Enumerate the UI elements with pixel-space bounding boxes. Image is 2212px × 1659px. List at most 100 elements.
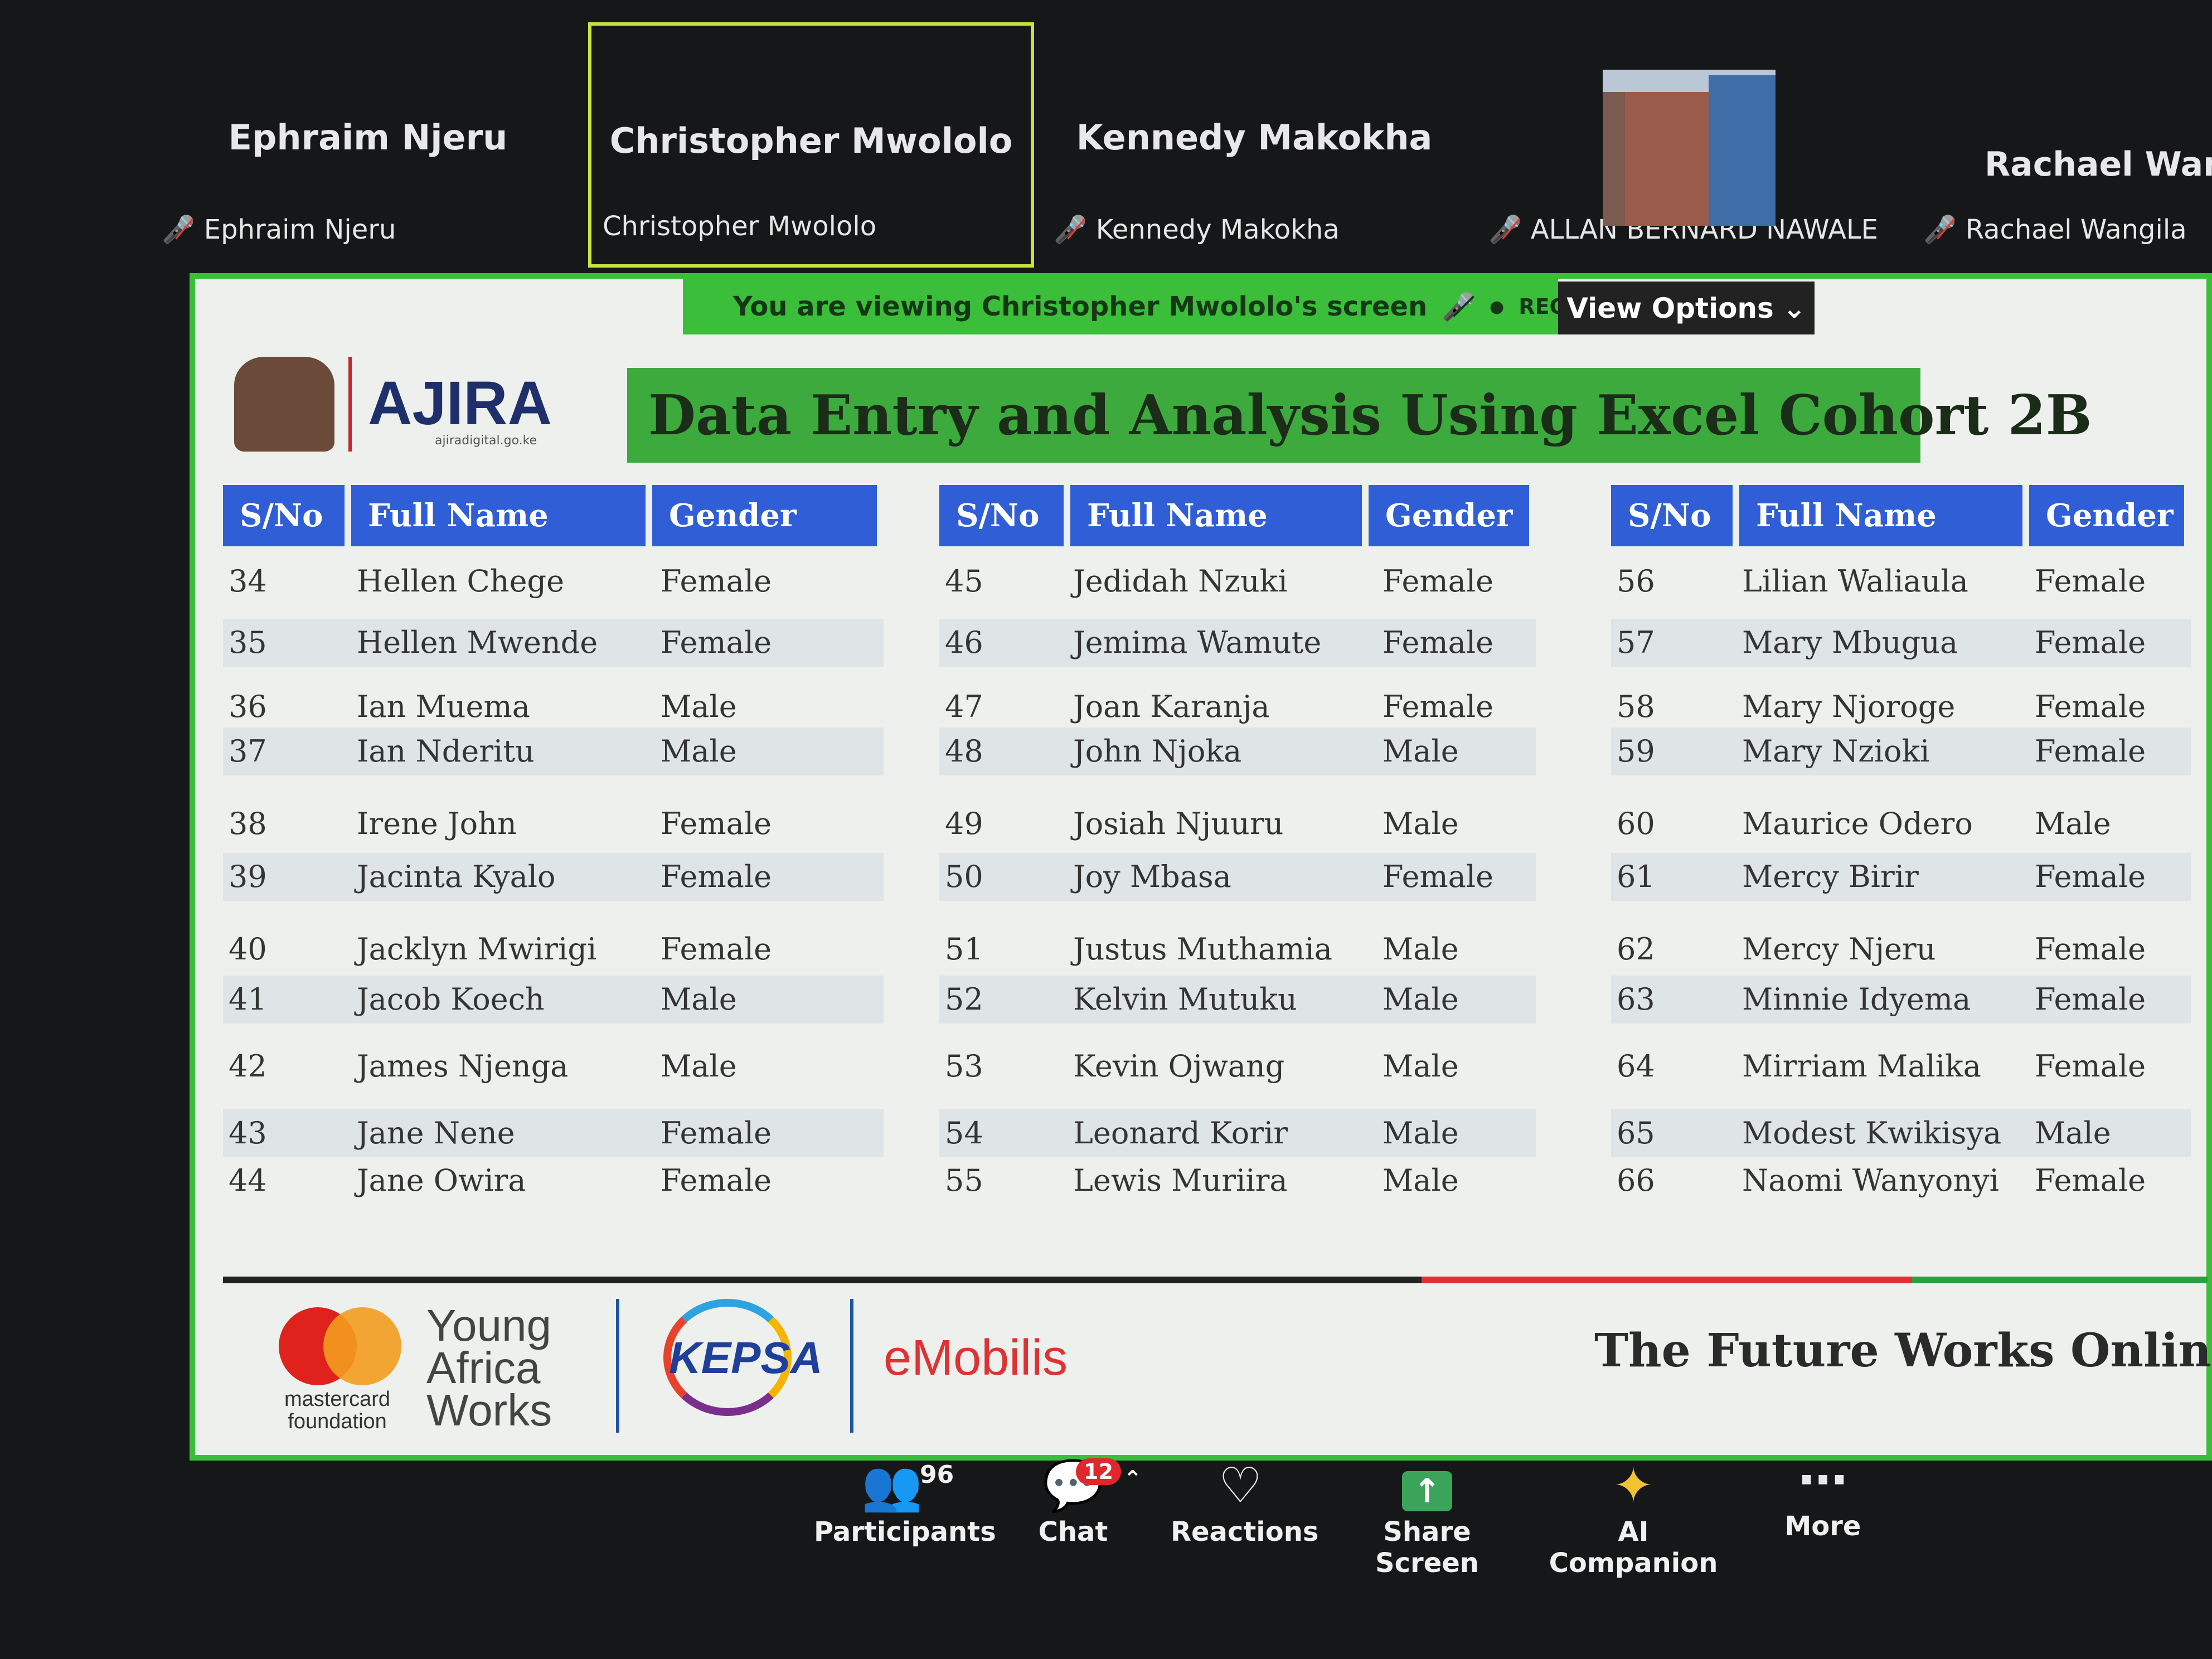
share-screen-button[interactable]: ↑ Share Screen	[1338, 1455, 1516, 1579]
column-header-gender: Gender	[652, 485, 877, 546]
cell-sno: 60	[1617, 806, 1655, 841]
cell-gender: Male	[1382, 806, 1459, 841]
table-row: 39 Jacinta Kyalo Female	[223, 853, 884, 901]
roster-table-1: S/No Full Name Gender 34 Hellen Chege Female 3…	[223, 485, 884, 1198]
table-row: 37 Ian Nderitu Male	[223, 727, 884, 775]
view-options-label: View Options	[1566, 292, 1774, 324]
participants-button[interactable]: 👥 Participants 96	[814, 1455, 996, 1548]
table-row: 52 Kelvin Mutuku Male	[939, 976, 1536, 1023]
cell-sno: 43	[229, 1115, 267, 1151]
cell-sno: 61	[1617, 859, 1655, 894]
table-row: 44 Jane Owira Female	[223, 1157, 884, 1205]
participants-label: Participants	[814, 1516, 996, 1548]
table-row: 38 Irene John Female	[223, 800, 884, 848]
participant-label: Rachael Wangila	[1965, 214, 2187, 245]
slide-title-banner: Data Entry and Analysis Using Excel Coho…	[627, 368, 2092, 463]
cell-sno: 49	[945, 806, 983, 841]
table-row: 40 Jacklyn Mwirigi Female	[223, 925, 884, 973]
cell-name: Jane Nene	[357, 1115, 515, 1151]
share-screen-label: Share Screen	[1375, 1516, 1479, 1579]
column-header-name: Full Name	[351, 485, 646, 546]
chevron-down-icon: ⌄	[1782, 292, 1806, 324]
kepsa-wordmark: KEPSA	[669, 1333, 823, 1382]
table-row: 36 Ian Muema Male	[223, 683, 884, 731]
table-row: 63 Minnie Idyema Female	[1611, 976, 2191, 1023]
cell-gender: Female	[2035, 734, 2146, 769]
cell-gender: Female	[661, 1115, 772, 1151]
cell-gender: Female	[1382, 625, 1494, 660]
cell-gender: Male	[661, 734, 737, 769]
mastercard-foundation-text: mastercard foundation	[284, 1388, 391, 1433]
cell-sno: 56	[1617, 564, 1655, 599]
table-row: 62 Mercy Njeru Female	[1611, 925, 2191, 973]
footer-divider-red	[1422, 1277, 1912, 1283]
cell-sno: 54	[945, 1115, 983, 1151]
ai-companion-label: AI Companion	[1549, 1516, 1718, 1579]
cell-sno: 45	[945, 564, 983, 599]
share-screen-icon: ↑	[1338, 1455, 1516, 1516]
cell-gender: Female	[2035, 1049, 2146, 1084]
slide-tagline: The Future Works Online	[1594, 1324, 2212, 1377]
participant-tile-1[interactable]: Ephraim Njeru 🎤̸ Ephraim Njeru	[151, 22, 585, 268]
mic-muted-icon: 🎤̸	[1442, 291, 1476, 323]
cell-name: Jemima Wamute	[1073, 625, 1322, 660]
viewing-text: You are viewing Christopher Mwololo's sc…	[733, 291, 1428, 322]
participant-display-name: Rachael Wang	[1985, 145, 2212, 184]
sparkle-icon: ✦	[1613, 1457, 1654, 1514]
cell-name: Naomi Wanyonyi	[1742, 1163, 1999, 1198]
cell-sno: 34	[229, 564, 267, 599]
cell-gender: Male	[661, 1049, 737, 1084]
chevron-up-icon[interactable]: ⌃	[1123, 1466, 1142, 1492]
cell-name: Minnie Idyema	[1742, 982, 1971, 1017]
reactions-label: Reactions	[1171, 1516, 1319, 1548]
view-options-button[interactable]: View Options ⌄	[1558, 282, 1815, 334]
participant-tile-2[interactable]: Christopher Mwololo Christopher Mwololo	[588, 22, 1034, 268]
chat-unread-badge: 12	[1076, 1458, 1121, 1485]
cell-name: Kevin Ojwang	[1073, 1049, 1285, 1084]
more-button[interactable]: ⋯ More	[1778, 1449, 1867, 1542]
cell-gender: Female	[1382, 689, 1494, 724]
cell-sno: 65	[1617, 1115, 1655, 1151]
cell-sno: 46	[945, 625, 983, 660]
cell-name: Hellen Chege	[357, 564, 565, 599]
cell-name: Mary Nzioki	[1742, 734, 1930, 769]
cell-sno: 44	[229, 1163, 267, 1198]
table-header: S/No Full Name Gender	[939, 485, 1539, 546]
cell-name: Joy Mbasa	[1073, 859, 1231, 894]
participant-display-name: Ephraim Njeru	[228, 117, 508, 158]
cell-name: Modest Kwikisya	[1742, 1115, 2002, 1151]
column-header-name: Full Name	[1070, 485, 1362, 546]
participant-tile-3[interactable]: Kennedy Makokha 🎤̸ Kennedy Makokha	[1042, 22, 1466, 268]
table-row: 48 John Njoka Male	[939, 727, 1536, 775]
participant-tile-5[interactable]: Rachael Wang 🎤̸ Rachael Wangila	[1912, 22, 2212, 268]
roster-table-3: S/No Full Name Gender 56 Lilian Waliaula Fema…	[1611, 485, 2191, 1198]
ai-companion-button[interactable]: ✦ AI Companion	[1544, 1455, 1723, 1579]
table-row: 50 Joy Mbasa Female	[939, 853, 1536, 901]
cell-name: Jacklyn Mwirigi	[357, 932, 597, 967]
cell-gender: Female	[2035, 564, 2146, 599]
table-row: 58 Mary Njoroge Female	[1611, 683, 2191, 731]
cell-gender: Female	[2035, 625, 2146, 660]
cell-gender: Male	[1382, 932, 1459, 967]
mic-muted-icon: 🎤̸	[162, 214, 195, 245]
cell-name: Ian Muema	[357, 689, 530, 724]
footer-separator	[616, 1299, 619, 1433]
table-row: 56 Lilian Waliaula Female	[1611, 557, 2191, 605]
cell-sno: 53	[945, 1049, 983, 1084]
cell-gender: Female	[661, 564, 772, 599]
cell-sno: 55	[945, 1163, 983, 1198]
cell-sno: 58	[1617, 689, 1655, 724]
cell-name: James Njenga	[357, 1049, 569, 1084]
reactions-button[interactable]: ♡ Reactions	[1171, 1455, 1318, 1548]
cell-sno: 63	[1617, 982, 1655, 1017]
cell-sno: 40	[229, 932, 267, 967]
mic-muted-icon: 🎤̸	[1054, 214, 1087, 245]
cell-name: Hellen Mwende	[357, 625, 598, 660]
chat-button[interactable]: 💬 Chat 12 ⌃	[1020, 1455, 1142, 1548]
cell-name: Josiah Njuuru	[1073, 806, 1284, 841]
table-row: 45 Jedidah Nzuki Female	[939, 557, 1536, 605]
column-header-sno: S/No	[223, 485, 345, 546]
table-row: 61 Mercy Birir Female	[1611, 853, 2191, 901]
cell-name: John Njoka	[1073, 734, 1242, 769]
cell-gender: Female	[1382, 859, 1494, 894]
